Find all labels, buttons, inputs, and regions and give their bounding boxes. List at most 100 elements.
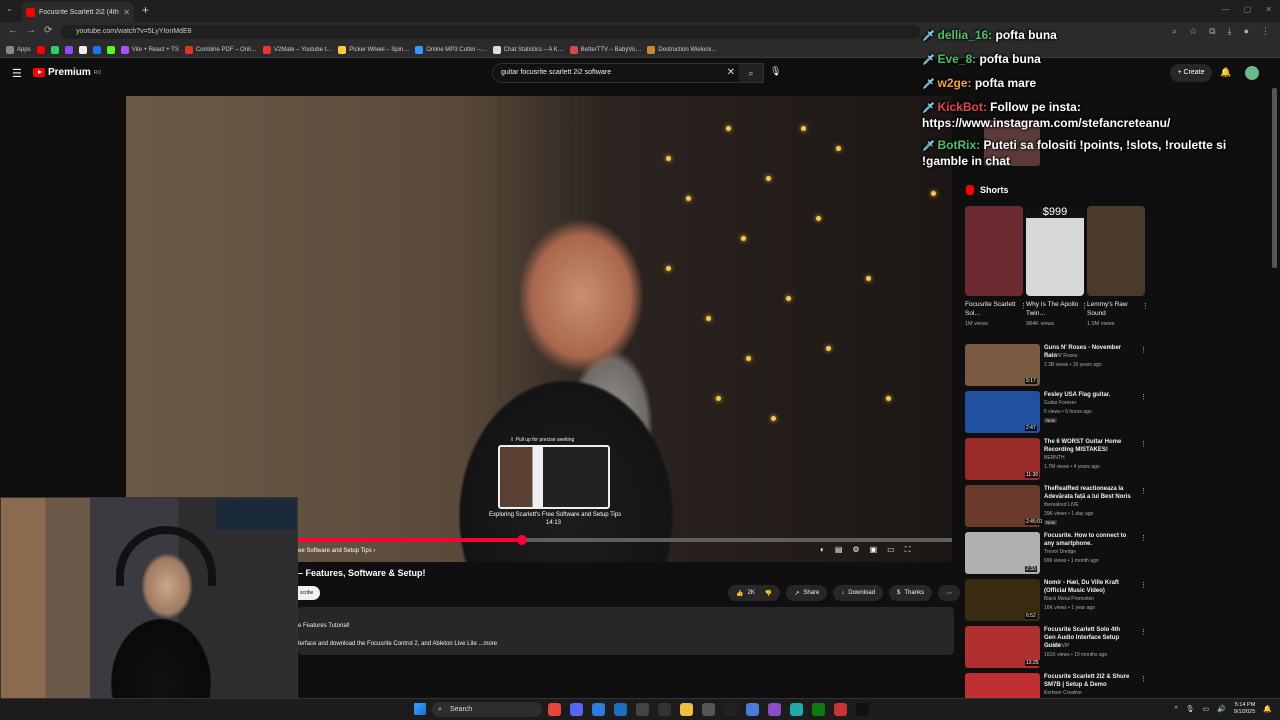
bookmark-icon-facebook[interactable] bbox=[92, 45, 101, 54]
recommendation-item[interactable]: 2:45:01 TheRealRed reactioneaza la Adevăr… bbox=[965, 485, 1147, 527]
recommendation-item[interactable]: 6:52 Nomir - Hæl, Du Ville Kraft (Officia… bbox=[965, 579, 1147, 621]
search-input[interactable]: guitar focusrite scarlett 2i2 software ✕… bbox=[492, 63, 764, 83]
bookmark-icon-youtube[interactable] bbox=[36, 45, 45, 54]
more-actions-button[interactable]: ⋯ bbox=[938, 585, 961, 601]
subtitles-icon[interactable]: ▤ bbox=[835, 545, 843, 555]
app-icon[interactable] bbox=[834, 703, 847, 716]
app-icon[interactable] bbox=[636, 703, 649, 716]
more-dots-icon[interactable]: ⋮ bbox=[1140, 487, 1147, 495]
description-box[interactable]: e Features Tutorial! terface and downloa… bbox=[298, 607, 954, 655]
channel-name[interactable]: Kerbner Creative bbox=[1044, 690, 1082, 696]
channel-name[interactable]: therealred LIVE bbox=[1044, 502, 1079, 508]
short-card[interactable]: $999 Why Is The Apollo Twin… 984K views ⋮ bbox=[1026, 206, 1088, 327]
bookmark-picker-wheel[interactable]: Picker Wheel – Spin… bbox=[338, 45, 409, 54]
editor-icon[interactable] bbox=[614, 703, 627, 716]
chapter-label[interactable]: ee Software and Setup Tips › bbox=[298, 548, 375, 554]
progress-bar[interactable] bbox=[296, 535, 952, 545]
channel-name[interactable]: Black Metal Promotion bbox=[1044, 596, 1094, 602]
url-field[interactable]: youtube.com/watch?v=5LyYIonMdE8 bbox=[60, 25, 920, 39]
capcut-icon[interactable] bbox=[724, 703, 737, 716]
file-explorer-icon[interactable] bbox=[680, 703, 693, 716]
app-icon[interactable] bbox=[746, 703, 759, 716]
more-dots-icon[interactable]: ⋮ bbox=[1140, 440, 1147, 448]
clear-search-icon[interactable]: ✕ bbox=[727, 67, 735, 78]
maximize-icon[interactable]: ▢ bbox=[1244, 5, 1252, 14]
share-button[interactable]: ↗ Share bbox=[786, 585, 828, 601]
bookmark-mp3-cutter[interactable]: Online MP3 Cutter –… bbox=[415, 45, 487, 54]
channel-name[interactable]: Guitar Forever bbox=[1044, 400, 1076, 406]
bookmark-icon-kick[interactable] bbox=[106, 45, 115, 54]
channel-name[interactable]: BERNTH bbox=[1044, 455, 1065, 461]
theater-mode-icon[interactable]: ▭ bbox=[887, 545, 895, 555]
more-dots-icon[interactable]: ⋮ bbox=[1140, 346, 1147, 354]
subscribe-button[interactable]: scribe bbox=[298, 586, 320, 600]
short-card[interactable]: Focusrite Scarlett Sol… 1M views ⋮ bbox=[965, 206, 1027, 327]
minimize-icon[interactable]: — bbox=[1222, 5, 1230, 14]
tab-search-icon[interactable]: ⌄ bbox=[6, 4, 13, 13]
more-dots-icon[interactable]: ⋮ bbox=[1142, 302, 1149, 310]
bookmark-icon-x[interactable] bbox=[78, 45, 87, 54]
close-tab-icon[interactable]: ✕ bbox=[123, 8, 130, 17]
channel-name[interactable]: Trevor Dredge bbox=[1044, 549, 1076, 555]
back-icon[interactable]: ← bbox=[8, 25, 18, 36]
voice-search-icon[interactable]: 🎙 bbox=[770, 66, 786, 82]
chrome-icon[interactable] bbox=[548, 703, 561, 716]
hamburger-menu-icon[interactable]: ☰ bbox=[12, 67, 22, 80]
notion-icon[interactable] bbox=[856, 703, 869, 716]
browser-tab[interactable]: Focusrite Scarlett 2i2 (4th G… ✕ bbox=[22, 2, 134, 22]
thanks-button[interactable]: $ Thanks bbox=[889, 585, 933, 601]
app-icon[interactable] bbox=[790, 703, 803, 716]
miniplayer-icon[interactable]: ▣ bbox=[870, 545, 878, 555]
app-icon[interactable] bbox=[702, 703, 715, 716]
youtube-premium-logo[interactable]: Premium RO bbox=[33, 67, 101, 78]
recommendation-item[interactable]: 9:17 Guns N' Roses - November Rain Guns N'… bbox=[965, 344, 1147, 386]
channel-name[interactable]: Gabriel VIP bbox=[1044, 643, 1070, 649]
obs-icon[interactable] bbox=[768, 703, 781, 716]
download-button[interactable]: ↓ Download bbox=[833, 585, 884, 601]
bookmark-y2mate[interactable]: V2Mate – Youtube t… bbox=[262, 45, 332, 54]
mic-icon[interactable]: 🎙 bbox=[1186, 705, 1195, 713]
bookmark-combine-pdf[interactable]: Combine PDF – Onli… bbox=[184, 45, 257, 54]
more-dots-icon[interactable]: ⋮ bbox=[1140, 393, 1147, 401]
settings-gear-icon[interactable]: ⚙ bbox=[852, 545, 859, 555]
vscode-icon[interactable] bbox=[592, 703, 605, 716]
more-dots-icon[interactable]: ⋮ bbox=[1140, 581, 1147, 589]
more-dots-icon[interactable]: ⋮ bbox=[1140, 534, 1147, 542]
menu-icon[interactable]: ⋮ bbox=[1261, 26, 1270, 37]
network-icon[interactable]: ▭ bbox=[1203, 705, 1210, 713]
windows-start-icon[interactable] bbox=[414, 703, 426, 715]
page-scrollbar[interactable] bbox=[1272, 88, 1277, 268]
tray-chevron-icon[interactable]: ^ bbox=[1174, 706, 1177, 713]
discord-icon[interactable] bbox=[570, 703, 583, 716]
notifications-icon[interactable]: 🔔 bbox=[1263, 705, 1272, 713]
search-icon[interactable]: ⌕ bbox=[739, 64, 763, 82]
bookmark-chat-statistics[interactable]: Chat Statistics – A K… bbox=[492, 45, 564, 54]
new-tab-icon[interactable]: + bbox=[142, 3, 149, 17]
bookmark-destruction[interactable]: Destruction Wielock… bbox=[647, 45, 717, 54]
bookmark-icon-whatsapp[interactable] bbox=[50, 45, 59, 54]
recommendation-item[interactable]: 13:25 Focusrite Scarlett Solo 4th Gen Aud… bbox=[965, 626, 1147, 668]
bookmark-apps[interactable]: Apps bbox=[6, 45, 31, 54]
recommendation-item[interactable]: 11:30 The 6 WORST Guitar Home Recording M… bbox=[965, 438, 1147, 480]
recommendation-item[interactable]: 2:47 Fesley USA Flag guitar. Guitar Foreve… bbox=[965, 391, 1147, 433]
reload-icon[interactable]: ⟳ bbox=[44, 25, 52, 36]
bookmark-icon-twitch[interactable] bbox=[64, 45, 73, 54]
clock[interactable]: 5:14 PM 9/1/2025 bbox=[1234, 702, 1255, 716]
fullscreen-icon[interactable]: ⛶ bbox=[905, 545, 911, 555]
epic-games-icon[interactable] bbox=[658, 703, 671, 716]
volume-icon[interactable]: 🔊 bbox=[1217, 705, 1226, 713]
like-button[interactable]: 👍 2K 👎 bbox=[728, 585, 781, 601]
more-dots-icon[interactable]: ⋮ bbox=[1140, 628, 1147, 636]
bookmark-betterttv[interactable]: BetterTTV – BabyVo… bbox=[569, 45, 641, 54]
autoplay-toggle-icon[interactable]: ◐ bbox=[820, 545, 825, 555]
forward-icon[interactable]: → bbox=[26, 25, 36, 36]
bookmark-vite[interactable]: Vite + React + TS bbox=[120, 45, 179, 54]
thumbs-down-icon[interactable]: 👎 bbox=[765, 590, 772, 597]
short-card[interactable]: Lemmy's Raw Sound 1.9M views ⋮ bbox=[1087, 206, 1149, 327]
close-window-icon[interactable]: ✕ bbox=[1265, 5, 1272, 14]
channel-name[interactable]: Guns N' Roses bbox=[1044, 353, 1077, 359]
more-dots-icon[interactable]: ⋮ bbox=[1140, 675, 1147, 683]
recommendation-item[interactable]: 2:33 Focusrite. How to connect to any sma… bbox=[965, 532, 1147, 574]
xbox-icon[interactable] bbox=[812, 703, 825, 716]
taskbar-search[interactable]: ⌕ Search bbox=[432, 702, 542, 717]
